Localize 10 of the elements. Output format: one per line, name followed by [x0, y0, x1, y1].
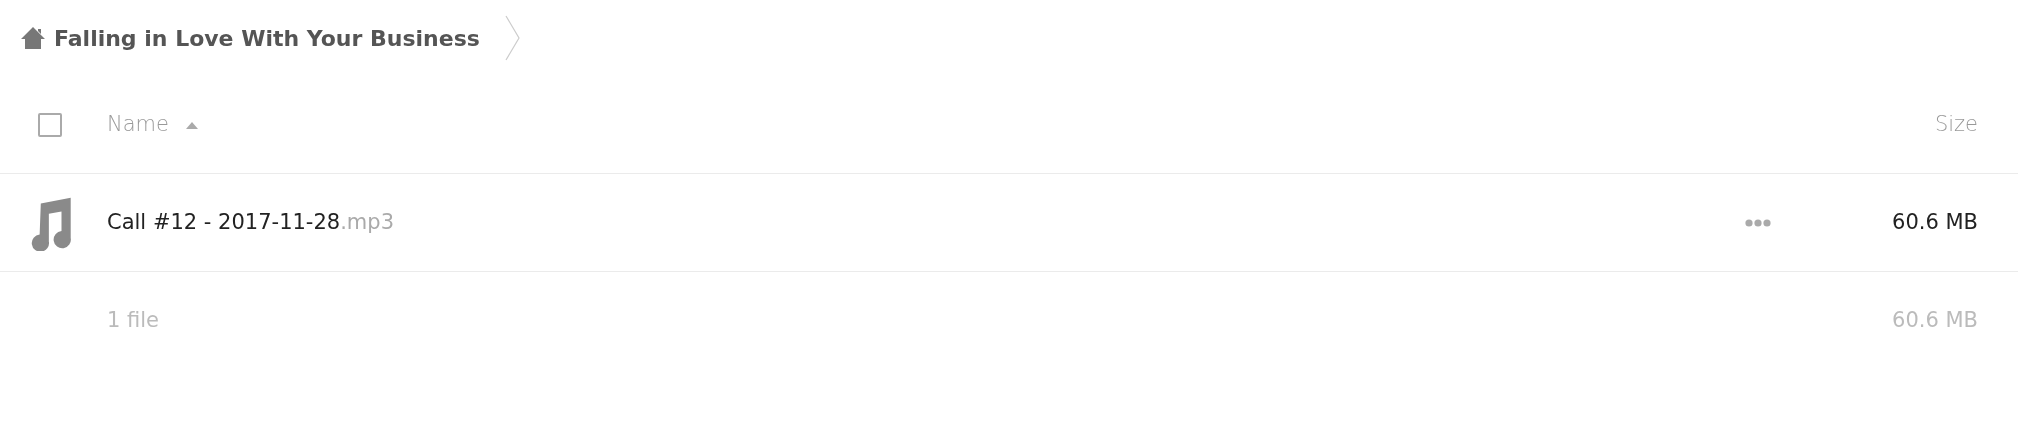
total-size: 60.6 MB [1892, 308, 1978, 333]
select-all-checkbox[interactable] [37, 112, 62, 137]
breadcrumb-separator-icon [503, 14, 522, 62]
breadcrumb-item[interactable]: Falling in Love With Your Business [54, 21, 480, 55]
more-options-icon[interactable] [1745, 218, 1771, 227]
file-size: 60.6 MB [1892, 209, 1978, 234]
file-row[interactable]: Call #12 - 2017-11-28.mp3 60.6 MB [0, 174, 2018, 272]
file-name[interactable]: Call #12 - 2017-11-28.mp3 [107, 206, 394, 239]
home-icon[interactable] [20, 25, 46, 51]
file-count: 1 file [107, 307, 160, 335]
